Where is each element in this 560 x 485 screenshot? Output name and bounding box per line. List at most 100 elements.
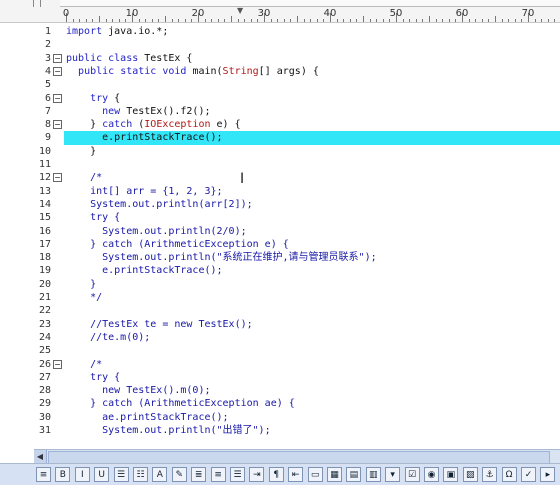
code-line[interactable]: 17 } catch (ArithmeticException e) {: [0, 238, 560, 251]
ruler-scale: 0 10 20 30 40 50 60 70: [60, 0, 560, 22]
font-button[interactable]: A: [152, 467, 168, 482]
fold-toggle-icon[interactable]: −: [53, 93, 62, 103]
code-line[interactable]: 30 ae.printStackTrace();: [0, 411, 560, 424]
code-line[interactable]: 2: [0, 38, 560, 51]
code-token: java.io.*;: [102, 26, 169, 37]
code-token: public static void: [78, 65, 187, 77]
code-token: } catch (ArithmeticException e) {: [66, 238, 289, 250]
code-line[interactable]: 29 } catch (ArithmeticException ae) {: [0, 397, 560, 410]
ruler-tick: [481, 19, 483, 22]
paragraph-button[interactable]: ¶: [268, 467, 284, 482]
bold-button[interactable]: B: [55, 467, 71, 482]
fold-toggle-icon[interactable]: −: [53, 359, 62, 369]
ruler-tick: [455, 19, 457, 22]
code-token: //TestEx te = new TestEx();: [66, 318, 253, 330]
fold-toggle-icon[interactable]: −: [53, 120, 62, 130]
image-button[interactable]: ▨: [462, 467, 478, 482]
table-button[interactable]: ▦: [327, 467, 342, 482]
form-field-button[interactable]: ▥: [365, 467, 381, 482]
spell-check-button[interactable]: ✓: [521, 467, 536, 482]
code-token: {: [108, 92, 121, 104]
checkbox-button[interactable]: ☑: [404, 467, 420, 482]
code-line[interactable]: 24 //te.m(0);: [0, 331, 560, 344]
code-line[interactable]: 12− /*: [0, 171, 560, 184]
code-line[interactable]: 8− } catch (IOException e) {: [0, 118, 560, 131]
scroll-left-icon[interactable]: ◀: [34, 450, 47, 463]
text-cursor-icon: I: [240, 171, 245, 187]
code-line[interactable]: 7 new TestEx().f2();: [0, 105, 560, 118]
line-number: 12: [38, 172, 51, 184]
code-text: public static void main(String[] args) {: [66, 65, 319, 78]
bullet-list-button[interactable]: ☰: [113, 467, 129, 482]
code-line[interactable]: 25: [0, 344, 560, 357]
code-line[interactable]: 5: [0, 78, 560, 91]
code-line[interactable]: 28 new TestEx().m(0);: [0, 384, 560, 397]
italic-button[interactable]: I: [74, 467, 90, 482]
code-text: new TestEx().m(0);: [66, 384, 210, 397]
align-right-button[interactable]: ≡: [210, 467, 226, 482]
code-line[interactable]: 1 import java.io.*;: [0, 25, 560, 38]
code-line[interactable]: 21 */: [0, 291, 560, 304]
numbered-list-button[interactable]: ☷: [133, 467, 148, 482]
code-line[interactable]: 15 try {: [0, 211, 560, 224]
radio-button[interactable]: ◉: [424, 467, 439, 482]
code-token: IOException: [144, 119, 211, 131]
code-line[interactable]: 27 try {: [0, 371, 560, 384]
code-text: /*: [66, 358, 102, 371]
fold-toggle-icon[interactable]: −: [53, 173, 62, 183]
code-line[interactable]: 18 System.out.println("系统正在维护,请与管理员联系");: [0, 251, 560, 264]
ruler-label: 0: [62, 8, 70, 19]
text-box-button[interactable]: ▤: [346, 467, 362, 482]
ruler-tick: [349, 19, 351, 22]
fold-toggle-icon[interactable]: −: [53, 53, 62, 63]
code-line[interactable]: 22: [0, 304, 560, 317]
code-line[interactable]: 9 e.printStackTrace();: [0, 131, 560, 144]
align-center-button[interactable]: ≣: [191, 467, 207, 482]
code-token: //te.m(0);: [66, 331, 151, 343]
align-left-button[interactable]: ≡: [36, 467, 51, 482]
code-line[interactable]: 26− /*: [0, 358, 560, 371]
code-line[interactable]: 23 //TestEx te = new TestEx();: [0, 318, 560, 331]
formatting-toolbar: ≡ B I U ☰ ☷ A ✎ ≣ ≡ ☰ ⇥ ¶ ⇤ ▭ ▦ ▤ ▥ ▾ ☑ ◉ ▣ ▨ ⚓ Ω ✓ ▸: [0, 463, 560, 485]
code-token: try {: [66, 371, 121, 383]
symbol-button[interactable]: Ω: [501, 467, 517, 482]
outdent-button[interactable]: ⇤: [288, 467, 304, 482]
code-line[interactable]: 3− public class TestEx {: [0, 52, 560, 65]
code-line[interactable]: 16 System.out.println(2/0);: [0, 225, 560, 238]
line-number: 20: [38, 278, 51, 290]
margin-marker-icon[interactable]: [33, 0, 41, 7]
code-text: import java.io.*;: [66, 25, 168, 38]
line-number: 6: [44, 92, 51, 104]
dropdown-field-button[interactable]: ▾: [385, 467, 401, 482]
ruler-tick: [547, 19, 549, 22]
fold-toggle-icon[interactable]: −: [53, 66, 62, 76]
code-line[interactable]: 10 }: [0, 145, 560, 158]
ruler: 0 10 20 30 40 50 60 70 ▼: [0, 0, 560, 23]
ruler-tick: [277, 19, 279, 22]
justify-button[interactable]: ☰: [230, 467, 245, 482]
code-text: } catch (ArithmeticException e) {: [66, 238, 289, 251]
highlight-button[interactable]: ✎: [171, 467, 187, 482]
code-line[interactable]: 13 int[] arr = {1, 2, 3};: [0, 185, 560, 198]
code-line[interactable]: 6− try {: [0, 92, 560, 105]
more-button[interactable]: ▸: [540, 467, 556, 482]
horizontal-scrollbar[interactable]: ◀: [34, 449, 560, 464]
code-line[interactable]: 11: [0, 158, 560, 171]
border-button[interactable]: ▭: [307, 467, 323, 482]
code-editor[interactable]: 1 import java.io.*; 2 3− public class TestEx…: [0, 23, 560, 446]
code-token: */: [66, 292, 103, 303]
underline-button[interactable]: U: [94, 467, 110, 482]
code-line[interactable]: 19 e.printStackTrace();: [0, 264, 560, 277]
frame-button[interactable]: ▣: [443, 467, 459, 482]
ruler-tick: [495, 16, 496, 22]
code-token: e) {: [210, 119, 241, 131]
code-line[interactable]: 14 System.out.println(arr[2]);: [0, 198, 560, 211]
code-text: e.printStackTrace();: [66, 264, 222, 277]
code-line[interactable]: 31 System.out.println("出错了");: [0, 424, 560, 437]
code-line[interactable]: 20 }: [0, 278, 560, 291]
ruler-tick: [534, 19, 536, 22]
code-line[interactable]: 4− public static void main(String[] args…: [0, 65, 560, 78]
ruler-tick: [138, 19, 140, 22]
indent-button[interactable]: ⇥: [249, 467, 265, 482]
anchor-button[interactable]: ⚓: [482, 467, 498, 482]
